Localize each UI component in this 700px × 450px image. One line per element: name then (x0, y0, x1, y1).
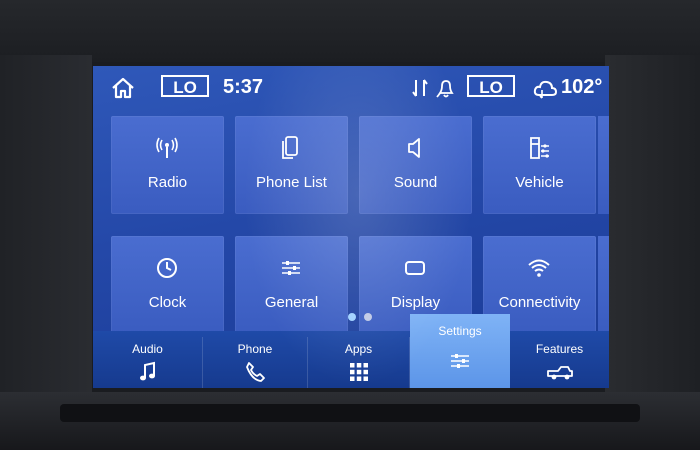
tile-label: Connectivity (498, 294, 581, 311)
nav-features[interactable]: Features (510, 337, 609, 388)
signal-arrows-icon (412, 79, 428, 97)
clock-icon (157, 258, 177, 278)
phone-icon (246, 362, 265, 382)
sliders-icon (282, 261, 300, 275)
tile-phone-list[interactable]: Phone List (235, 116, 348, 214)
speaker-icon (408, 138, 420, 158)
settings-sliders-icon (451, 354, 469, 368)
tile-label: Display (390, 294, 441, 311)
dashboard-bezel-right (605, 55, 700, 395)
tile-label: General (264, 294, 319, 311)
next-page-tile-peek[interactable] (598, 236, 609, 334)
tile-label: Phone List (256, 174, 327, 191)
tile-label: Clock (148, 294, 187, 311)
nav-label: Apps (344, 342, 373, 356)
wifi-icon (528, 259, 550, 277)
tile-vehicle[interactable]: Vehicle (483, 116, 596, 214)
notification-bell-icon[interactable] (435, 77, 457, 99)
next-page-tile-peek[interactable] (598, 116, 609, 214)
infotainment-screen: LO 5:37 LO 102° Radio Phone List Sound V… (93, 66, 609, 388)
outside-temperature: 102° (561, 76, 603, 98)
tile-general[interactable]: General (235, 236, 348, 334)
radio-antenna-icon (156, 137, 178, 158)
tile-label: Radio (147, 174, 188, 191)
status-bar: LO 5:37 LO 102° (93, 66, 609, 110)
vehicle-settings-icon (530, 137, 549, 159)
home-icon[interactable] (111, 76, 135, 100)
nav-label: Settings (438, 324, 482, 338)
music-note-icon (139, 361, 155, 381)
dashboard-shelf (60, 404, 640, 422)
truck-icon (546, 366, 573, 380)
nav-settings[interactable]: Settings (410, 314, 510, 388)
phone-list-icon (282, 136, 298, 159)
tile-radio[interactable]: Radio (111, 116, 224, 214)
weather-cloud-icon (533, 80, 558, 99)
nav-label: Phone (237, 342, 273, 356)
nav-label: Features (535, 342, 584, 356)
nav-phone[interactable]: Phone (203, 337, 308, 388)
dashboard-bezel-left (0, 55, 92, 395)
page-dot-active[interactable] (348, 313, 356, 321)
clock-time: 5:37 (223, 76, 264, 98)
nav-audio[interactable]: Audio (93, 337, 203, 388)
dashboard-bezel-top (0, 0, 700, 62)
nav-label: Audio (132, 342, 163, 356)
page-dot[interactable] (364, 313, 372, 321)
apps-grid-icon (349, 363, 368, 381)
tile-label: Sound (393, 174, 438, 191)
tile-sound[interactable]: Sound (359, 116, 472, 214)
display-icon (405, 261, 425, 275)
climate-left-setting[interactable]: LO (161, 75, 209, 97)
tile-clock[interactable]: Clock (111, 236, 224, 334)
tile-label: Vehicle (515, 174, 564, 191)
climate-right-setting[interactable]: LO (467, 75, 515, 97)
nav-apps[interactable]: Apps (308, 337, 410, 388)
bottom-nav-bar: Audio Phone Apps Settings Features (93, 314, 609, 388)
